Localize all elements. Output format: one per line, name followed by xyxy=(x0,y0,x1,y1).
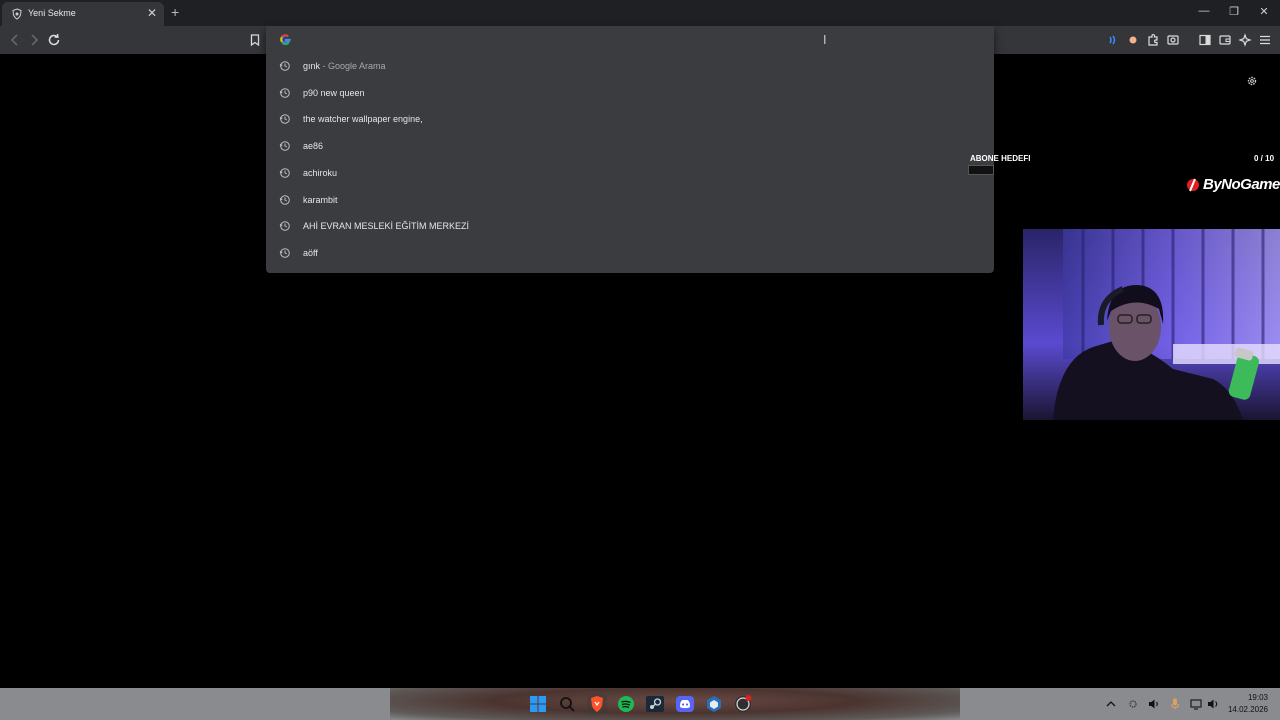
brave-shield-icon xyxy=(12,8,22,20)
webcam-image xyxy=(1023,229,1280,420)
forward-icon[interactable] xyxy=(26,32,42,48)
brand-logo: ByNoGame xyxy=(1203,176,1280,193)
history-icon xyxy=(279,114,290,125)
network-icon[interactable] xyxy=(1189,697,1203,711)
app-icon[interactable] xyxy=(704,694,724,714)
suggestion-item[interactable]: ae86 xyxy=(266,134,994,160)
suggestion-text: AHİ EVRAN MESLEKİ EĞİTİM MERKEZİ xyxy=(303,221,470,232)
history-icon xyxy=(279,167,290,178)
history-icon xyxy=(279,194,290,205)
tray-settings-icon[interactable] xyxy=(1126,697,1140,711)
volume-icon[interactable] xyxy=(1206,697,1220,711)
suggestion-item[interactable]: p90 new queen xyxy=(266,81,994,107)
suggestion-text: gınk - Google Arama xyxy=(303,61,386,71)
menu-icon[interactable] xyxy=(1257,32,1273,48)
clock-time[interactable]: 19:03 xyxy=(1236,693,1268,702)
suggestion-item[interactable]: aöff xyxy=(266,241,994,267)
reload-icon[interactable] xyxy=(46,32,62,48)
suggestion-item[interactable]: achiroku xyxy=(266,161,994,187)
suggestion-text: karambit xyxy=(303,194,338,205)
history-icon xyxy=(279,248,290,258)
google-icon xyxy=(280,34,291,46)
spotify-icon[interactable] xyxy=(616,694,636,714)
brave-talk-icon[interactable] xyxy=(1105,32,1121,48)
screenshot-icon[interactable] xyxy=(1165,32,1181,48)
new-tab-button[interactable]: + xyxy=(171,4,179,20)
minimize-button[interactable]: — xyxy=(1196,5,1212,17)
suggestion-text: ae86 xyxy=(303,141,324,152)
tray-speaker-icon[interactable] xyxy=(1147,697,1161,711)
suggestion-item[interactable]: AHİ EVRAN MESLEKİ EĞİTİM MERKEZİ xyxy=(266,214,994,240)
windows-start-icon[interactable] xyxy=(528,694,548,714)
history-icon xyxy=(279,141,290,151)
subscriber-goal-bar xyxy=(968,165,994,175)
tab-title: Yeni Sekme xyxy=(28,8,76,18)
search-icon[interactable] xyxy=(557,694,577,714)
wallet-icon[interactable] xyxy=(1217,32,1233,48)
tab-yeni-sekme[interactable]: Yeni Sekme ✕ xyxy=(2,2,164,26)
brave-browser-icon[interactable] xyxy=(587,694,607,714)
history-icon xyxy=(279,61,290,71)
suggestion-text: the watcher wallpaper engine, xyxy=(303,114,423,125)
discord-icon[interactable] xyxy=(675,694,695,714)
webcam-feed xyxy=(1023,229,1280,420)
history-icon xyxy=(279,221,290,231)
suggestion-item[interactable]: gınk - Google Arama xyxy=(266,54,994,80)
suggestion-item[interactable]: the watcher wallpaper engine, xyxy=(266,107,994,133)
windows-taskbar: 19:03 14.02.2026 xyxy=(0,688,1280,720)
window-close-button[interactable]: ✕ xyxy=(1256,5,1272,18)
address-bar-input[interactable]: I xyxy=(266,26,994,54)
microphone-icon[interactable] xyxy=(1168,697,1182,711)
history-icon xyxy=(279,87,290,98)
omnibox-dropdown: I gınk - Google Arama p90 new queen the wa… xyxy=(266,26,994,273)
brand-logo-mark xyxy=(1187,178,1199,192)
clock-date[interactable]: 14.02.2026 xyxy=(1225,705,1268,714)
tab-strip: Yeni Sekme ✕ + — ❐ ✕ xyxy=(0,0,1280,26)
text-cursor-icon: I xyxy=(823,33,827,47)
subscriber-goal-count: 0 / 10 xyxy=(1254,154,1275,163)
bookmark-icon[interactable] xyxy=(247,32,263,48)
restore-button[interactable]: ❐ xyxy=(1226,5,1242,18)
tray-overflow-icon[interactable] xyxy=(1104,697,1118,711)
leo-ai-icon[interactable] xyxy=(1237,32,1253,48)
obs-icon[interactable] xyxy=(733,694,753,714)
back-icon[interactable] xyxy=(7,32,23,48)
subscriber-goal-label: ABONE HEDEFI xyxy=(970,154,1031,163)
sidebar-icon[interactable] xyxy=(1197,32,1213,48)
suggestion-text: aöff xyxy=(303,247,318,258)
suggestion-text: p90 new queen xyxy=(303,87,365,98)
suggestion-text: achiroku xyxy=(303,167,338,178)
settings-gear-icon[interactable] xyxy=(1246,75,1258,87)
tab-close-icon[interactable]: ✕ xyxy=(147,6,157,20)
brave-rewards-icon[interactable] xyxy=(1125,32,1141,48)
steam-icon[interactable] xyxy=(645,694,665,714)
extensions-icon[interactable] xyxy=(1145,32,1161,48)
suggestion-item[interactable]: karambit xyxy=(266,188,994,214)
